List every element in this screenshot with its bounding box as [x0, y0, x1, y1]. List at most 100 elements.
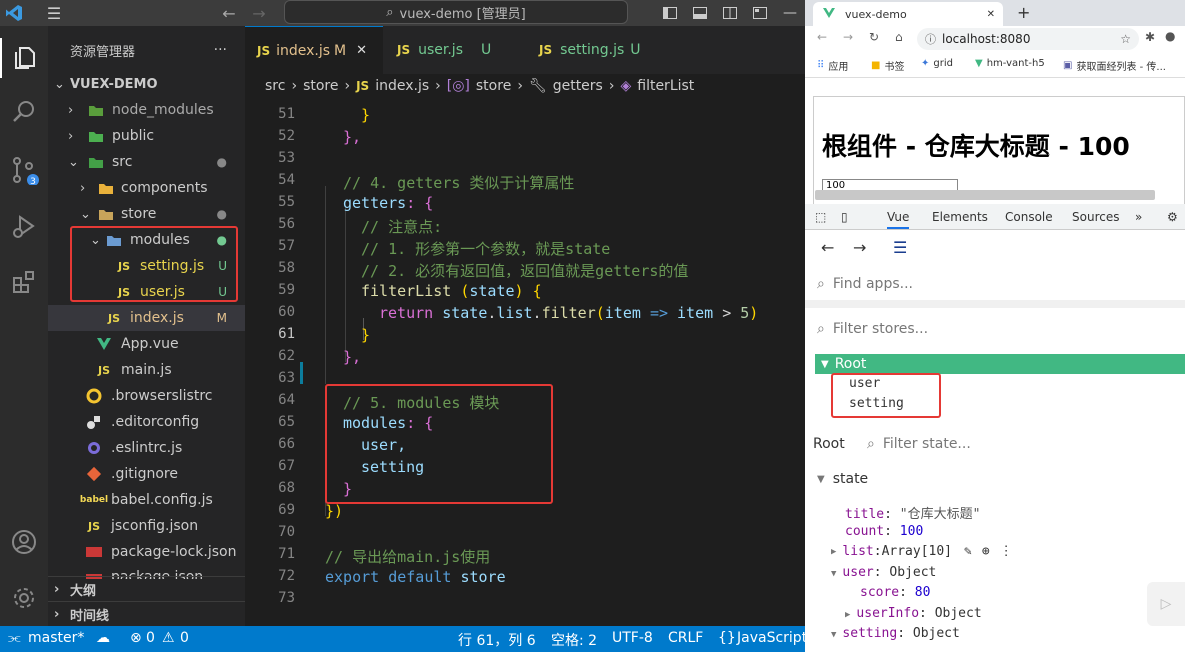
breadcrumb-index-js[interactable]: index.js	[375, 78, 429, 94]
tree-item-browserslistrc[interactable]: .browserslistrc	[48, 383, 245, 409]
store-root-row[interactable]: ▼ Root	[815, 354, 1185, 374]
state-section-toggle[interactable]: ▼ state	[817, 471, 868, 487]
tree-item-editorconfig[interactable]: .editorconfig	[48, 409, 245, 435]
tree-item-store[interactable]: ⌄ store ●	[48, 201, 245, 227]
forward-arrow-icon[interactable]: →	[853, 238, 866, 257]
play-icon[interactable]: ▷	[1147, 582, 1185, 626]
account-icon[interactable]	[0, 522, 48, 562]
remote-icon[interactable]: ⫘	[8, 630, 21, 646]
add-circle-icon[interactable]: ⊕	[982, 544, 990, 559]
workspace-root[interactable]: ⌄ VUEX-DEMO	[48, 71, 245, 97]
line-ending[interactable]: CRLF	[668, 630, 703, 646]
menu-icon[interactable]: ☰	[42, 4, 66, 23]
settings-gear-icon[interactable]	[0, 578, 48, 618]
devtools-tab-elements[interactable]: Elements	[932, 210, 988, 224]
tree-item-src[interactable]: ⌄ src ●	[48, 149, 245, 175]
tree-item-components[interactable]: › components	[48, 175, 245, 201]
bookmark-apps[interactable]: ⠿ 应用	[817, 58, 848, 73]
tree-item-eslintrc[interactable]: .eslintrc.js	[48, 435, 245, 461]
forward-arrow-icon[interactable]: →	[248, 4, 270, 23]
device-toolbar-icon[interactable]: ▯	[841, 210, 848, 224]
outline-section[interactable]: › 大纲	[48, 576, 245, 602]
language-mode[interactable]: JavaScript	[737, 630, 807, 646]
new-tab-icon[interactable]: +	[1017, 3, 1030, 22]
minimize-icon[interactable]: —	[780, 4, 800, 22]
tree-item-node-modules[interactable]: › node_modules	[48, 97, 245, 123]
filter-state-input[interactable]: ⌕ Filter state...	[867, 436, 971, 452]
close-tab-icon[interactable]: ✕	[987, 9, 995, 20]
indentation[interactable]: 空格: 2	[551, 630, 597, 650]
explorer-icon[interactable]	[0, 38, 48, 78]
close-tab-icon[interactable]: ✕	[356, 43, 367, 58]
toggle-secondary-sidebar-icon[interactable]	[720, 4, 740, 22]
pane-splitter[interactable]	[805, 300, 1185, 308]
back-arrow-icon[interactable]: ←	[218, 4, 240, 23]
run-debug-icon[interactable]	[0, 206, 48, 246]
state-row-user[interactable]: ▼ user: Object	[831, 565, 936, 580]
toggle-panel-icon[interactable]	[690, 4, 710, 22]
tree-item-gitignore[interactable]: .gitignore	[48, 461, 245, 487]
toggle-sidebar-icon[interactable]	[660, 4, 680, 22]
warning-icon[interactable]: ⚠	[162, 630, 175, 646]
error-icon[interactable]: ⊗	[130, 630, 142, 646]
tree-item-jsconfig[interactable]: JS jsconfig.json	[48, 513, 245, 539]
bookmark-grid[interactable]: ✦ grid	[921, 58, 953, 69]
devtools-settings-gear-icon[interactable]: ⚙	[1167, 210, 1178, 224]
tree-item-app-vue[interactable]: App.vue	[48, 331, 245, 357]
more-vertical-icon[interactable]: ⋮	[1000, 544, 1013, 559]
devtools-tab-console[interactable]: Console	[1005, 210, 1053, 224]
filter-stores-input[interactable]: ⌕ Filter stores...	[805, 316, 1185, 342]
source-control-icon[interactable]: 3	[0, 150, 48, 190]
command-center-search[interactable]: ⌕ vuex-demo [管理员]	[284, 0, 628, 24]
bookmark-folder[interactable]: ■ 书签	[871, 58, 904, 73]
home-icon[interactable]: ⌂	[895, 30, 903, 44]
cursor-position[interactable]: 行 61，列 6	[458, 630, 536, 650]
timeline-section[interactable]: › 时间线	[48, 601, 245, 627]
more-actions-icon[interactable]: ···	[214, 42, 227, 58]
tree-item-babel-config[interactable]: babel babel.config.js	[48, 487, 245, 513]
search-icon[interactable]	[0, 92, 48, 132]
encoding[interactable]: UTF-8	[612, 630, 653, 646]
sync-icon[interactable]: ☁	[96, 630, 110, 646]
list-icon[interactable]: ☰	[893, 238, 907, 257]
page-horizontal-scrollbar[interactable]	[815, 190, 1155, 200]
state-row-setting[interactable]: ▼ setting: Object	[831, 626, 960, 641]
code-editor[interactable]: 51 52 53 54 55 56 57 58 59 60 61 62 63 64 65 66 67 68 69 70…	[245, 98, 805, 626]
breadcrumb-getters[interactable]: getters	[553, 78, 603, 94]
edit-pencil-icon[interactable]: ✎	[964, 544, 972, 559]
git-branch[interactable]: master*	[28, 630, 84, 646]
breadcrumb-src[interactable]: src	[265, 78, 285, 94]
forward-arrow-icon[interactable]: →	[843, 30, 853, 44]
inspect-element-icon[interactable]: ⬚	[815, 210, 826, 224]
bookmark-star-icon[interactable]: ☆	[1120, 32, 1131, 46]
state-row-list[interactable]: ▶ list: Array[10] ✎ ⊕ ⋮	[831, 544, 1013, 559]
bookmark-hm-vant[interactable]: ▼ hm-vant-h5	[975, 58, 1045, 69]
tree-item-package-lock[interactable]: package-lock.json	[48, 539, 245, 565]
state-row-userinfo[interactable]: ▶ userInfo: Object	[845, 606, 982, 621]
extensions-puzzle-icon[interactable]: ✱	[1145, 30, 1155, 44]
tab-user-js[interactable]: JS user.js U	[385, 26, 525, 74]
modified-dot-icon: ●	[216, 155, 227, 169]
address-bar[interactable]: ⓘ localhost:8080 ☆	[917, 28, 1139, 50]
indent-guide	[345, 208, 346, 362]
breadcrumb-store[interactable]: store	[303, 78, 338, 94]
tree-item-public[interactable]: › public	[48, 123, 245, 149]
tab-index-js[interactable]: JS index.js M ✕	[245, 26, 383, 74]
back-arrow-icon[interactable]: ←	[817, 30, 827, 44]
devtools-tab-sources[interactable]: Sources	[1072, 210, 1119, 224]
reload-icon[interactable]: ↻	[869, 30, 879, 44]
devtools-more-tabs[interactable]: »	[1135, 210, 1142, 224]
bookmark-interview-list[interactable]: ▣ 获取面经列表 - 传...	[1063, 58, 1166, 73]
devtools-tab-vue[interactable]: Vue	[887, 210, 910, 229]
find-apps-input[interactable]: ⌕ Find apps...	[805, 270, 1185, 298]
profile-icon[interactable]: ●	[1165, 29, 1175, 43]
tree-item-main-js[interactable]: JS main.js	[48, 357, 245, 383]
back-arrow-icon[interactable]: ←	[821, 238, 834, 257]
breadcrumb-store-symbol[interactable]: store	[476, 78, 511, 94]
breadcrumb-filterlist[interactable]: filterList	[637, 78, 694, 94]
tab-setting-js[interactable]: JS setting.js U	[527, 26, 677, 74]
tree-item-index-js[interactable]: JS index.js M	[48, 305, 245, 331]
layout-icon[interactable]	[750, 4, 770, 22]
extensions-icon[interactable]	[0, 262, 48, 302]
browser-tab[interactable]: vuex-demo ✕	[813, 2, 1003, 26]
